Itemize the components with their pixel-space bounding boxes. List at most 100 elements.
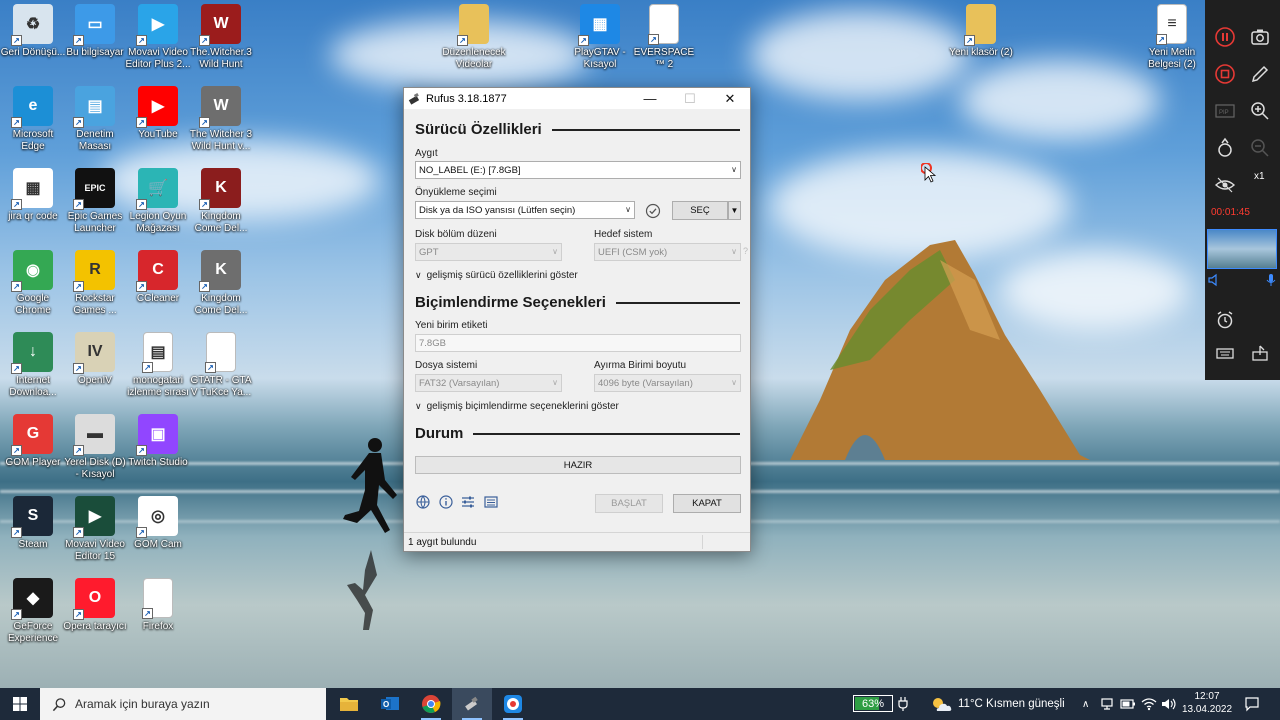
close-button[interactable]: KAPAT <box>673 494 741 513</box>
screenshot-camera-icon[interactable] <box>1249 26 1271 48</box>
desktop-icon-twitch[interactable]: ▣ ↗ Twitch Studio <box>125 414 191 469</box>
volume-label-input[interactable]: 7.8GB <box>415 334 741 352</box>
taskbar-clock[interactable]: 12:07 13.04.2022 <box>1178 690 1236 716</box>
cursor-effect-icon[interactable] <box>1214 137 1236 159</box>
start-button[interactable] <box>0 688 40 720</box>
boot-selection-dropdown[interactable]: Disk ya da ISO yansısı (Lütfen seçin) ∨ <box>415 201 635 219</box>
battery-indicator[interactable]: 63% <box>853 695 893 712</box>
chevron-down-icon: ∨ <box>731 247 737 256</box>
checksum-check-icon[interactable] <box>645 203 661 219</box>
desktop-icon-steam[interactable]: S ↗ Steam <box>0 496 66 551</box>
target-system-dropdown[interactable]: UEFI (CSM yok) ∨ <box>594 243 741 261</box>
desktop-icon-witcher[interactable]: W ↗ The.Witcher.3 Wild Hunt <box>188 4 254 71</box>
desktop-icon-chrome[interactable]: ◉ ↗ Google Chrome <box>0 250 66 317</box>
rockstar-icon: R ↗ <box>73 250 115 292</box>
speaker-icon[interactable] <box>1207 272 1221 288</box>
info-about-icon[interactable] <box>438 494 454 510</box>
desktop-icon-drive[interactable]: ▬ ↗ Yerel Disk (D) - Kısayol <box>62 414 128 481</box>
alarm-clock-icon[interactable] <box>1214 309 1236 331</box>
desktop-icon-document[interactable]: ▤ ↗ monogatari izlenme sırası <box>125 332 191 399</box>
taskbar-search-box[interactable]: Aramak için buraya yazın <box>40 688 326 720</box>
desktop-icon-label: Kingdom Come Del... <box>194 293 248 316</box>
close-window-button[interactable]: ✕ <box>710 88 750 109</box>
select-split-dropdown[interactable]: ▼ <box>728 201 741 220</box>
desktop-icon-legion-store[interactable]: 🛒 ↗ Legion Oyun Mağazası <box>125 168 191 235</box>
partition-scheme-dropdown[interactable]: GPT ∨ <box>415 243 562 261</box>
wifi-icon[interactable] <box>1141 688 1157 720</box>
desktop-icon-youtube[interactable]: ▶ ↗ YouTube <box>125 86 191 141</box>
desktop-icon-kingdom-come[interactable]: K ↗ Kingdom Come Del... <box>188 250 254 317</box>
desktop-icon-folder[interactable]: ↗ Yeni klasör (2) <box>948 4 1014 59</box>
desktop-icon-qr-code[interactable]: ▦ ↗ jira qr code <box>0 168 66 223</box>
device-dropdown[interactable]: NO_LABEL (E:) [7.8GB] ∨ <box>415 161 741 179</box>
title-bar[interactable]: Rufus 3.18.1877 — ☐ ✕ <box>404 88 750 109</box>
file-explorer-taskbar-button[interactable] <box>329 688 369 720</box>
desktop-icon-text-file[interactable]: ≡ ↗ Yeni Metin Belgesi (2) <box>1139 4 1205 71</box>
epic-games-icon: EPIC ↗ <box>73 168 115 210</box>
device-value: NO_LABEL (E:) [7.8GB] <box>419 164 521 176</box>
maximize-button[interactable]: ☐ <box>670 88 710 109</box>
desktop-icon-witcher[interactable]: W ↗ The Witcher 3 Wild Hunt v... <box>188 86 254 153</box>
zoom-in-icon[interactable] <box>1249 100 1271 122</box>
desktop-icon-ccleaner[interactable]: C ↗ CCleaner <box>125 250 191 305</box>
minimize-button[interactable]: — <box>630 88 670 109</box>
desktop-icon-geforce[interactable]: ◆ ↗ GeForce Experience <box>0 578 66 645</box>
globe-language-icon[interactable] <box>415 494 431 510</box>
desktop-icon-recycle-bin[interactable]: ♻ ↗ Geri Dönüşü... <box>0 4 66 59</box>
stop-record-icon[interactable] <box>1214 63 1236 85</box>
cluster-size-dropdown[interactable]: 4096 byte (Varsayılan) ∨ <box>594 374 741 392</box>
opera-icon: O ↗ <box>73 578 115 620</box>
hide-eye-icon[interactable] <box>1214 174 1236 196</box>
select-button[interactable]: SEÇ <box>672 201 728 220</box>
pause-record-icon[interactable] <box>1214 26 1236 48</box>
desktop-icon-gom-cam[interactable]: ◎ ↗ GOM Cam <box>125 496 191 551</box>
desktop-icon-epic-games[interactable]: EPIC ↗ Epic Games Launcher <box>62 168 128 235</box>
file-system-dropdown[interactable]: FAT32 (Varsayılan) ∨ <box>415 374 562 392</box>
show-hidden-icons-chevron[interactable]: ∧ <box>1082 688 1089 720</box>
pip-icon[interactable]: PIP <box>1214 100 1236 122</box>
rufus-usb-icon <box>465 696 478 711</box>
desktop-icon-kingdom-come[interactable]: K ↗ Kingdom Come Del... <box>188 168 254 235</box>
desktop-icon-this-pc[interactable]: ▭ ↗ Bu bilgisayar <box>62 4 128 59</box>
rufus-taskbar-button[interactable] <box>452 688 492 720</box>
desktop-icon-gom-player[interactable]: G ↗ GOM Player <box>0 414 66 469</box>
desktop-icon-rockstar[interactable]: R ↗ Rockstar Games ... <box>62 250 128 317</box>
help-icon[interactable]: ? <box>743 246 748 256</box>
advanced-drive-toggle[interactable]: ∨ gelişmiş sürücü özelliklerini göster <box>415 270 578 281</box>
settings-sliders-icon[interactable] <box>460 494 476 510</box>
desktop-icon-opera[interactable]: O ↗ Opera tarayıcı <box>62 578 128 633</box>
desktop-icon-openiv[interactable]: IV ↗ OpenIV <box>62 332 128 387</box>
shortcut-arrow-icon: ↗ <box>73 35 84 46</box>
chrome-taskbar-button[interactable] <box>411 688 451 720</box>
outlook-taskbar-button[interactable]: O <box>370 688 410 720</box>
desktop-icon-folder[interactable]: ↗ Düzenlenecek Videolar <box>441 4 507 71</box>
gom-cam-taskbar-button[interactable] <box>493 688 533 720</box>
start-button[interactable]: BAŞLAT <box>595 494 663 513</box>
weather-widget[interactable]: 11°C Kısmen güneşli <box>930 688 1065 720</box>
desktop-icon-file[interactable]: ↗ GTATR - GTA V TuKce Ya... <box>188 332 254 399</box>
notification-center-icon[interactable] <box>1244 688 1260 720</box>
shortcut-arrow-icon: ↗ <box>136 445 147 456</box>
microphone-icon[interactable] <box>1264 272 1278 288</box>
battery-tray-icon[interactable] <box>1120 688 1136 720</box>
desktop-icon-edge[interactable]: e ↗ Microsoft Edge <box>0 86 66 153</box>
advanced-format-toggle[interactable]: ∨ gelişmiş biçimlendirme seçeneklerini g… <box>415 401 619 412</box>
desktop-icon-internet-download-manager[interactable]: ↓ ↗ Internet Downloa... <box>0 332 66 399</box>
desktop-icon-control-panel[interactable]: ▤ ↗ Denetim Masası <box>62 86 128 153</box>
recorder-elapsed-time: 00:01:45 <box>1211 207 1250 218</box>
desktop-icon-playgtav[interactable]: ▦ ↗ PlayGTAV - Kısayol <box>567 4 633 71</box>
weather-text: 11°C Kısmen güneşli <box>958 698 1065 710</box>
zoom-out-icon[interactable] <box>1249 137 1271 159</box>
log-list-icon[interactable] <box>483 494 499 510</box>
recorder-preview-thumbnail[interactable] <box>1207 229 1277 269</box>
this-pc-icon: ▭ ↗ <box>73 4 115 46</box>
desktop-icon-file[interactable]: ↗ EVERSPACE™ 2 <box>631 4 697 71</box>
desktop-icon-movavi[interactable]: ▶ ↗ Movavi Video Editor Plus 2... <box>125 4 191 71</box>
volume-icon[interactable] <box>1161 688 1177 720</box>
network-ethernet-icon[interactable] <box>1100 688 1114 720</box>
desktop-icon-movavi[interactable]: ▶ ↗ Movavi Video Editor 15 <box>62 496 128 563</box>
pencil-draw-icon[interactable] <box>1249 63 1271 85</box>
keyboard-icon[interactable] <box>1214 342 1236 364</box>
desktop-icon-file[interactable]: ↗ Firefox <box>125 578 191 633</box>
export-tool-icon[interactable] <box>1249 342 1271 364</box>
